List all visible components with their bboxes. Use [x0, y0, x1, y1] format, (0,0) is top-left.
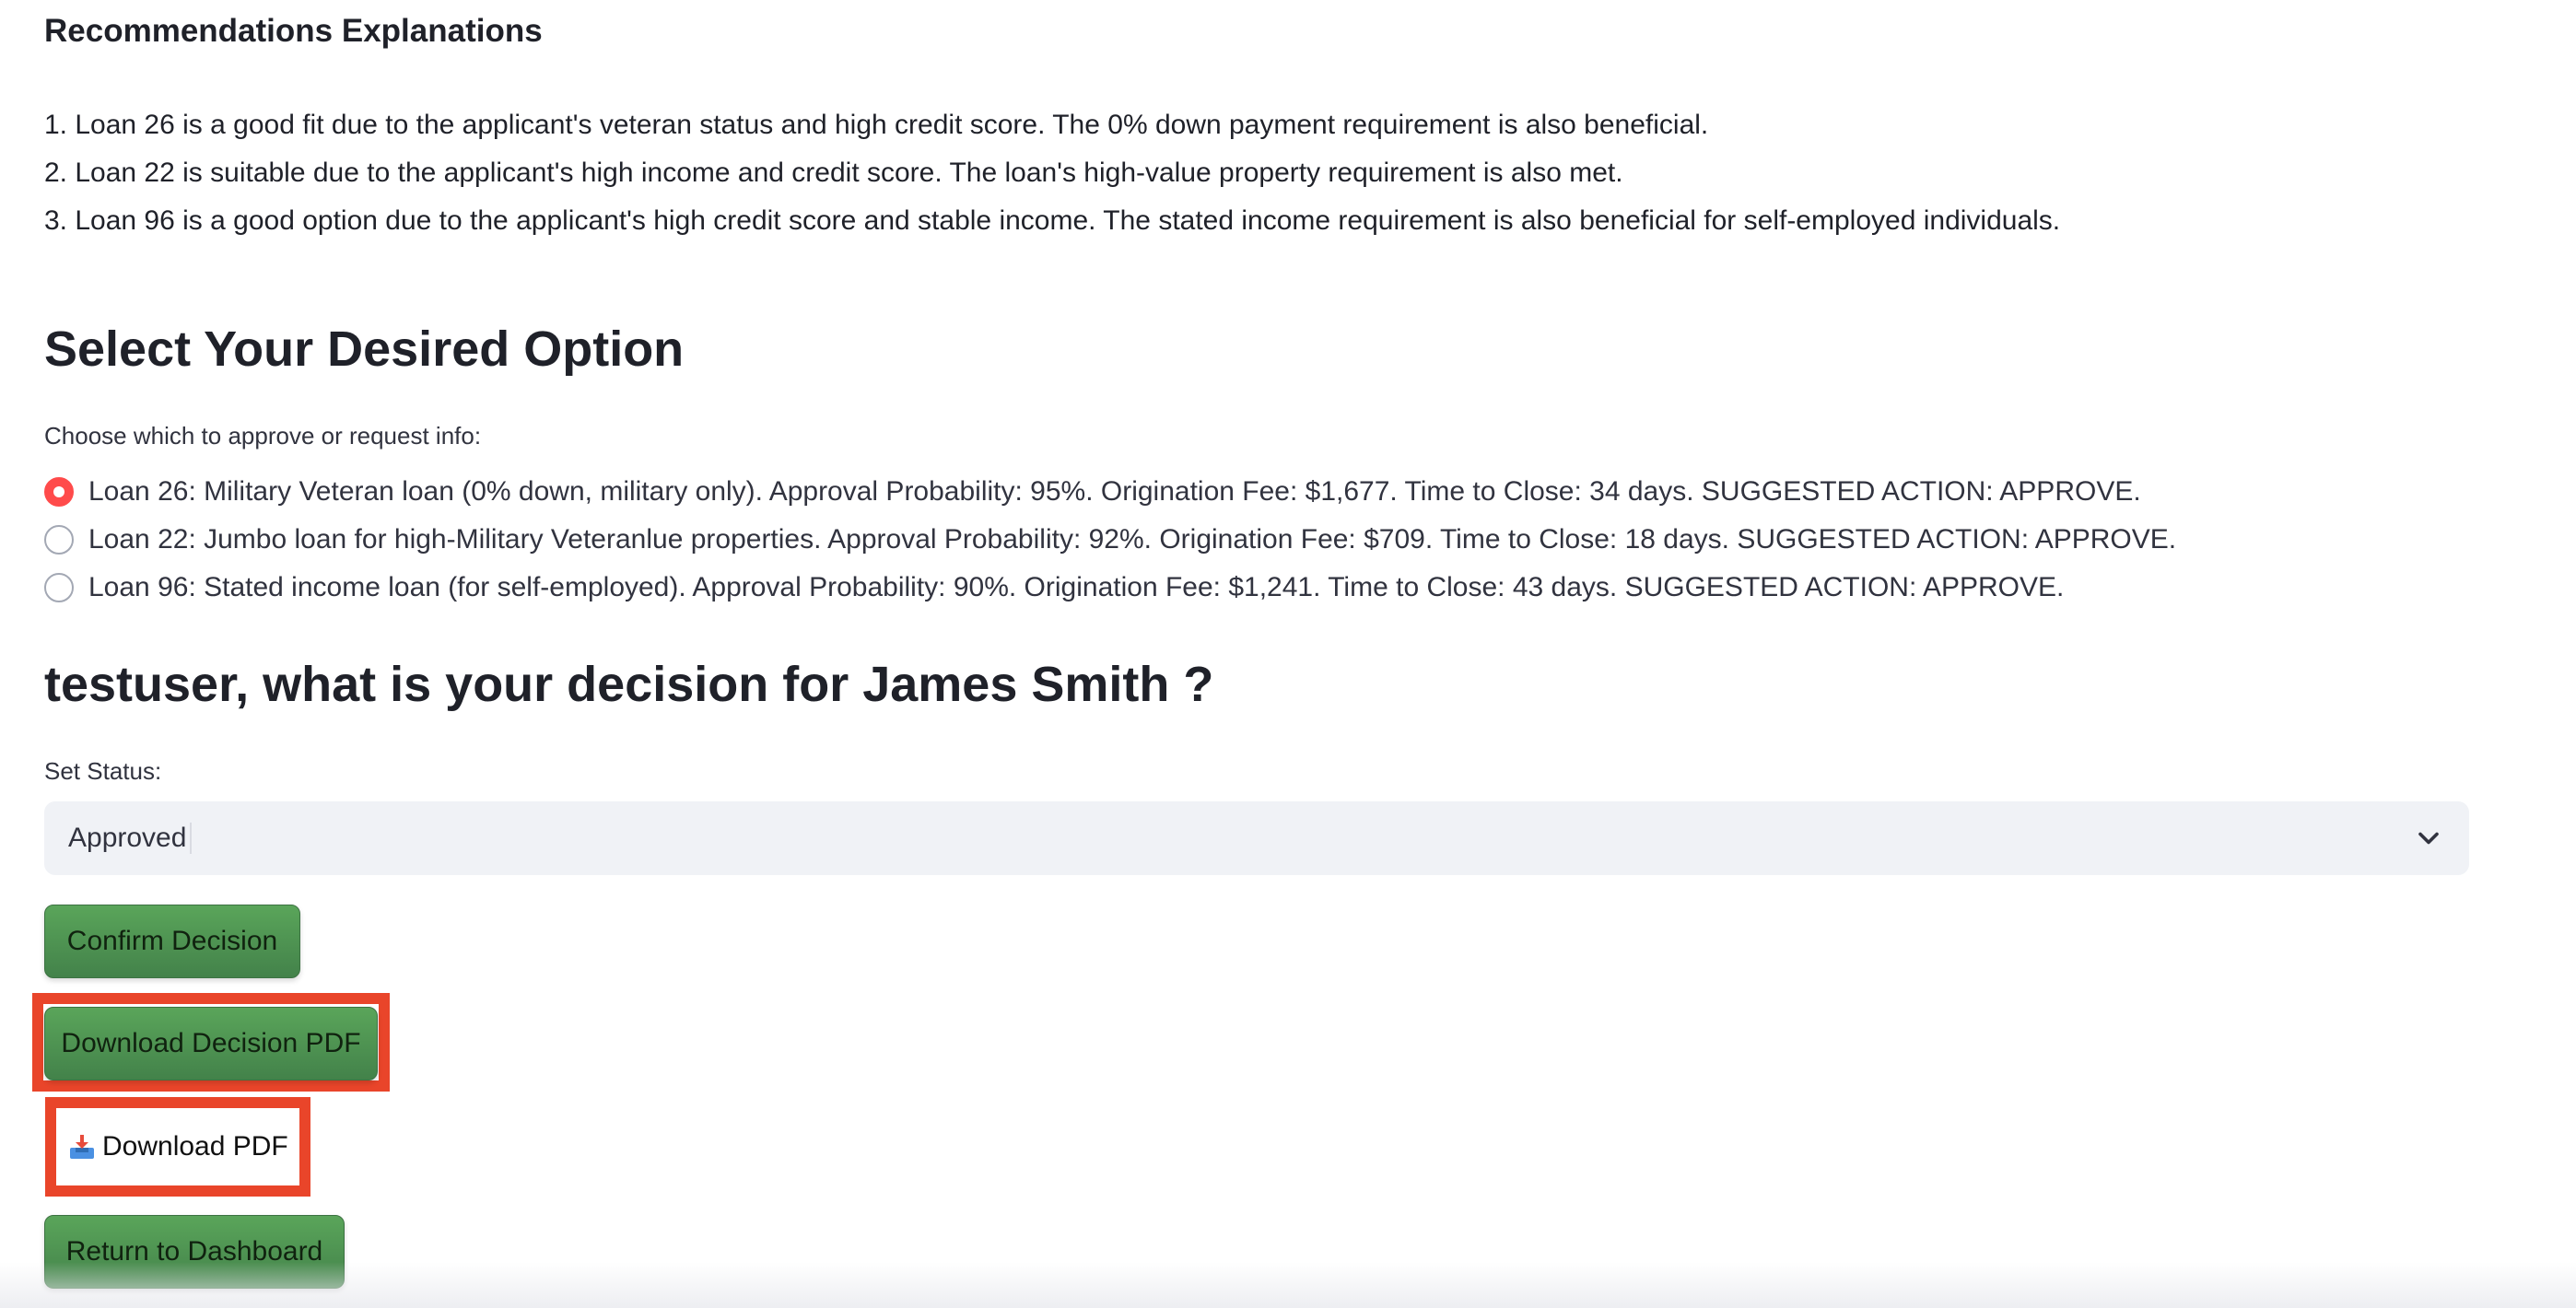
loan-option-radio-group: Loan 26: Military Veteran loan (0% down,…: [44, 468, 2176, 612]
radio-button[interactable]: [44, 573, 74, 602]
chevron-down-icon[interactable]: [2412, 822, 2445, 855]
download-pdf-link[interactable]: Download PDF: [67, 1117, 288, 1176]
radio-button-selected[interactable]: [44, 477, 74, 507]
radio-option-loan-26[interactable]: Loan 26: Military Veteran loan (0% down,…: [44, 468, 2176, 516]
recommendations-list: 1. Loan 26 is a good fit due to the appl…: [44, 101, 2060, 245]
bottom-fade: [0, 1262, 2576, 1308]
radio-option-loan-96[interactable]: Loan 96: Stated income loan (for self-em…: [44, 564, 2176, 612]
radio-button[interactable]: [44, 525, 74, 555]
radio-group-label: Choose which to approve or request info:: [44, 422, 482, 450]
confirm-decision-button[interactable]: Confirm Decision: [44, 905, 300, 978]
recommendation-item-1: 1. Loan 26 is a good fit due to the appl…: [44, 110, 1709, 140]
recommendation-item-3: 3. Loan 96 is a good option due to the a…: [44, 205, 2061, 236]
radio-option-label: Loan 22: Jumbo loan for high-Military Ve…: [88, 524, 2177, 555]
radio-option-loan-22[interactable]: Loan 22: Jumbo loan for high-Military Ve…: [44, 516, 2176, 564]
download-pdf-label: Download PDF: [102, 1131, 288, 1162]
radio-option-label: Loan 26: Military Veteran loan (0% down,…: [88, 476, 2141, 507]
select-option-title: Select Your Desired Option: [44, 321, 685, 377]
text-cursor: [190, 823, 193, 854]
status-select[interactable]: Approved: [44, 801, 2469, 875]
page: Recommendations Explanations 1. Loan 26 …: [0, 0, 2576, 1308]
inbox-tray-icon: [70, 1135, 94, 1159]
return-to-dashboard-button[interactable]: Return to Dashboard: [44, 1215, 345, 1289]
download-decision-pdf-button[interactable]: Download Decision PDF: [44, 1007, 378, 1080]
status-select-value: Approved: [68, 823, 187, 853]
recommendation-item-2: 2. Loan 22 is suitable due to the applic…: [44, 158, 1623, 188]
status-label: Set Status:: [44, 757, 162, 785]
decision-title: testuser, what is your decision for Jame…: [44, 657, 1214, 712]
recommendations-heading: Recommendations Explanations: [44, 13, 543, 49]
radio-option-label: Loan 96: Stated income loan (for self-em…: [88, 572, 2065, 602]
